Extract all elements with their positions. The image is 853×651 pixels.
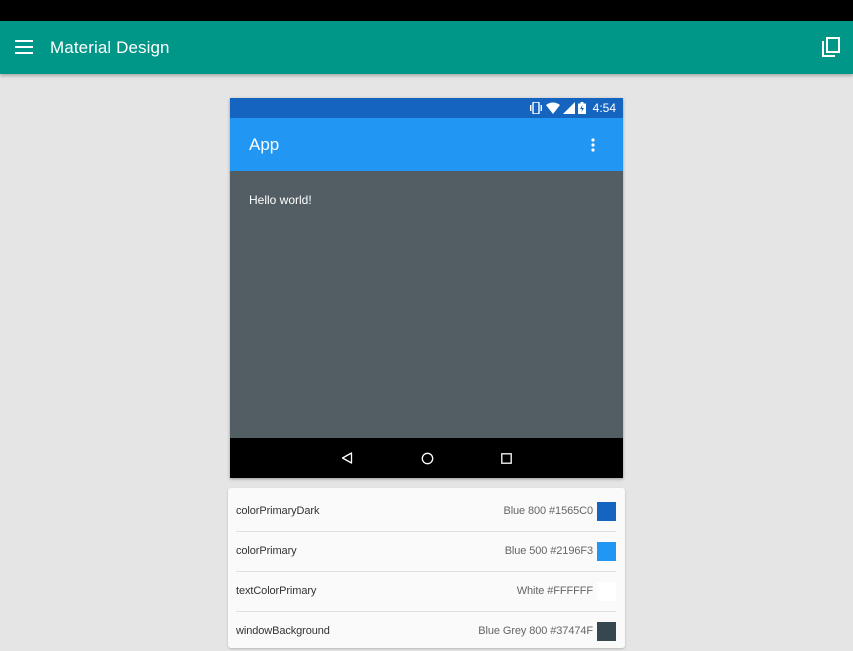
color-name: windowBackground xyxy=(236,625,330,637)
nav-home-button[interactable] xyxy=(417,448,437,468)
more-vert-icon xyxy=(591,138,595,152)
color-swatch xyxy=(597,581,616,601)
color-value: Blue 800 #1565C0 xyxy=(503,505,593,517)
phone-status-bar: 4:54 xyxy=(230,98,623,118)
phone-toolbar: App xyxy=(230,118,623,171)
status-clock: 4:54 xyxy=(592,101,616,115)
phone-content: Hello world! xyxy=(230,171,623,438)
copy-button[interactable] xyxy=(819,35,843,59)
back-icon xyxy=(341,452,353,464)
nav-recents-button[interactable] xyxy=(496,448,516,468)
home-icon xyxy=(421,452,433,464)
recents-icon xyxy=(500,452,512,464)
app-title: Material Design xyxy=(50,38,170,57)
hello-text: Hello world! xyxy=(249,193,312,207)
status-icons xyxy=(529,101,586,115)
color-name: textColorPrimary xyxy=(236,585,317,597)
color-row-primary-dark[interactable]: colorPrimaryDark Blue 800 #1565C0 xyxy=(236,491,616,532)
copy-icon xyxy=(822,37,840,57)
color-row-text-primary[interactable]: textColorPrimary White #FFFFFF xyxy=(236,571,616,612)
phone-app-title: App xyxy=(249,135,280,154)
color-list-card: colorPrimaryDark Blue 800 #1565C0 colorP… xyxy=(228,488,625,648)
color-value: Blue Grey 800 #37474F xyxy=(478,625,593,637)
color-value: White #FFFFFF xyxy=(516,585,593,597)
vibrate-icon xyxy=(530,102,542,114)
app-bar: Material Design xyxy=(0,21,853,74)
device-status-strip xyxy=(0,0,853,21)
signal-icon xyxy=(563,102,575,114)
overflow-menu-button[interactable] xyxy=(583,135,603,155)
color-name: colorPrimaryDark xyxy=(236,505,320,517)
menu-icon xyxy=(15,40,33,54)
battery-charging-icon xyxy=(578,102,586,114)
phone-preview: 4:54 App Hello world! xyxy=(230,98,623,478)
phone-nav-bar xyxy=(230,438,623,478)
color-row-primary[interactable]: colorPrimary Blue 500 #2196F3 xyxy=(236,531,616,572)
wifi-icon xyxy=(546,102,560,114)
nav-back-button[interactable] xyxy=(337,448,357,468)
color-swatch xyxy=(597,621,616,641)
color-name: colorPrimary xyxy=(236,545,297,557)
color-row-window-background[interactable]: windowBackground Blue Grey 800 #37474F xyxy=(236,611,616,651)
menu-button[interactable] xyxy=(12,35,36,59)
color-value: Blue 500 #2196F3 xyxy=(504,545,593,557)
color-swatch xyxy=(597,501,616,521)
color-swatch xyxy=(597,541,616,561)
